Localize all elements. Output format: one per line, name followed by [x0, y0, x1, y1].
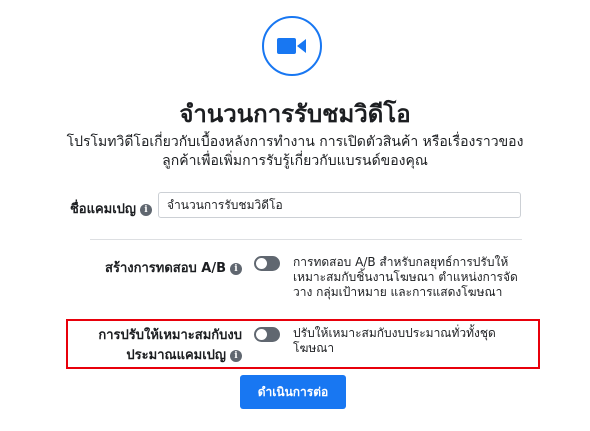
- budget-optimization-label-line2: ประมาณแคมเปญ: [126, 348, 226, 363]
- page-subtitle: โปรโมทวิดีโอเกี่ยวกับเบื้องหลังการทำงาน …: [66, 134, 524, 169]
- ab-test-label: สร้างการทดสอบ A/B: [105, 261, 226, 276]
- toggle-knob: [256, 258, 267, 269]
- ab-test-description: การทดสอบ A/B สำหรับกลยุทธ์การปรับให้เหมา…: [293, 255, 518, 299]
- info-icon[interactable]: i: [140, 203, 152, 216]
- campaign-name-input[interactable]: [158, 192, 521, 218]
- toggle-knob: [256, 329, 267, 340]
- budget-optimization-description: ปรับให้เหมาะสมกับงบประมาณทั่วทั้งชุดโฆษณ…: [293, 326, 496, 355]
- budget-optimization-toggle[interactable]: [254, 327, 280, 342]
- budget-optimization-label-row: การปรับให้เหมาะสมกับงบ ประมาณแคมเปญ i: [72, 326, 242, 366]
- info-icon[interactable]: i: [230, 262, 242, 275]
- video-objective-icon-circle: [262, 16, 322, 76]
- ab-test-label-row: สร้างการทดสอบ A/B i: [60, 257, 242, 278]
- info-icon[interactable]: i: [230, 349, 242, 362]
- video-camera-icon: [277, 38, 306, 54]
- campaign-name-label-row: ชื่อแคมเปญ i: [60, 198, 152, 219]
- page-title: จำนวนการรับชมวิดีโอ: [179, 100, 411, 128]
- campaign-name-label: ชื่อแคมเปญ: [69, 202, 136, 217]
- continue-button[interactable]: ดำเนินการต่อ: [240, 375, 346, 409]
- ab-test-toggle[interactable]: [254, 256, 280, 271]
- budget-optimization-label-line1: การปรับให้เหมาะสมกับงบ: [98, 328, 242, 343]
- divider: [90, 239, 522, 240]
